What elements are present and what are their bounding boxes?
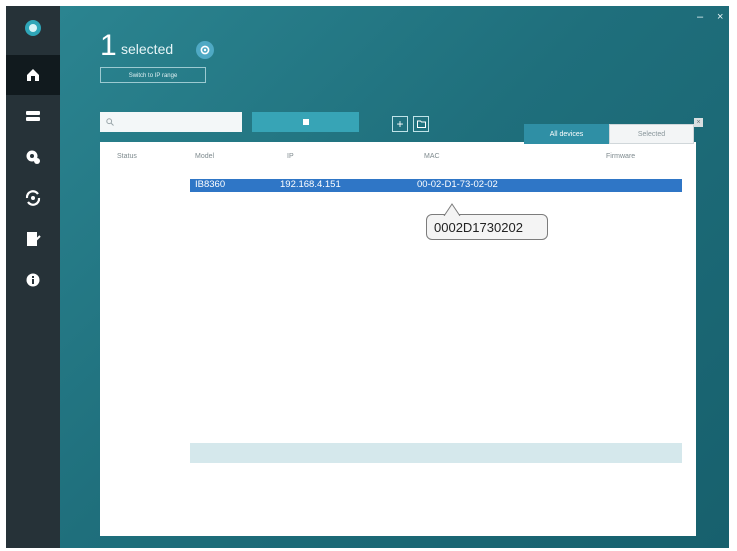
settings-icon <box>26 150 40 164</box>
tab-selected[interactable]: Selected <box>609 124 694 144</box>
table-row[interactable] <box>190 345 682 358</box>
table-row[interactable] <box>190 397 682 410</box>
column-header-model[interactable]: Model <box>195 153 214 160</box>
search-input[interactable] <box>114 116 238 128</box>
sidebar-item-info[interactable] <box>6 260 60 300</box>
table-row[interactable] <box>190 293 682 306</box>
report-icon <box>27 232 41 246</box>
sidebar <box>6 6 60 548</box>
home-icon <box>27 69 39 81</box>
search-devices-icon <box>302 119 309 125</box>
column-header-status[interactable]: Status <box>117 153 137 160</box>
table-row[interactable]: IB8360 192.168.4.151 00-02-D1-73-02-02 <box>190 179 682 192</box>
logo-icon <box>6 8 60 48</box>
device-table: Status Model IP MAC Firmware IB8360 192.… <box>100 142 696 536</box>
folder-icon <box>416 120 426 128</box>
column-header-firmware[interactable]: Firmware <box>606 153 635 160</box>
info-icon <box>26 273 40 287</box>
column-header-ip[interactable]: IP <box>287 153 294 160</box>
sync-icon <box>25 190 41 206</box>
gear-icon <box>200 45 210 55</box>
main-panel: – × 1 selected Switch to IP range + Stat… <box>60 6 729 548</box>
table-row[interactable] <box>190 266 682 279</box>
search-icon <box>106 118 114 126</box>
column-header-mac[interactable]: MAC <box>424 153 440 160</box>
cell-model: IB8360 <box>195 179 226 190</box>
close-icon[interactable]: × <box>694 118 703 127</box>
sidebar-item-devices[interactable] <box>6 96 60 136</box>
table-row[interactable] <box>190 371 682 384</box>
device-filter-tabs: All devices Selected <box>524 124 694 144</box>
plus-icon: + <box>396 117 404 131</box>
table-row[interactable] <box>190 469 682 482</box>
cell-mac: 00-02-D1-73-02-02 <box>417 179 498 190</box>
minimize-button[interactable]: – <box>697 12 703 23</box>
table-row[interactable] <box>190 423 682 436</box>
sidebar-item-sync[interactable] <box>6 178 60 218</box>
cell-ip: 192.168.4.151 <box>280 179 341 190</box>
sidebar-item-report[interactable] <box>6 219 60 259</box>
close-button[interactable]: × <box>717 12 723 23</box>
search-devices-button[interactable] <box>252 112 359 132</box>
switch-to-ip-range-button[interactable]: Switch to IP range <box>100 67 206 83</box>
tab-all-devices[interactable]: All devices <box>524 124 609 144</box>
table-row[interactable] <box>190 443 682 463</box>
tooltip-text: 0002D1730202 <box>434 220 523 235</box>
sidebar-item-home[interactable] <box>6 55 60 95</box>
settings-button[interactable] <box>196 41 214 59</box>
add-device-button[interactable]: + <box>392 116 408 132</box>
selected-label: selected <box>121 41 174 57</box>
tooltip-arrow <box>443 203 461 216</box>
mac-tooltip: 0002D1730202 <box>426 203 548 240</box>
sidebar-item-settings[interactable] <box>6 137 60 177</box>
selected-count: 1 <box>100 29 117 62</box>
import-button[interactable] <box>413 116 429 132</box>
devices-icon <box>26 111 40 121</box>
search-field[interactable] <box>100 112 242 132</box>
app-window: – × 1 selected Switch to IP range + Stat… <box>6 6 729 548</box>
table-row[interactable] <box>190 319 682 332</box>
